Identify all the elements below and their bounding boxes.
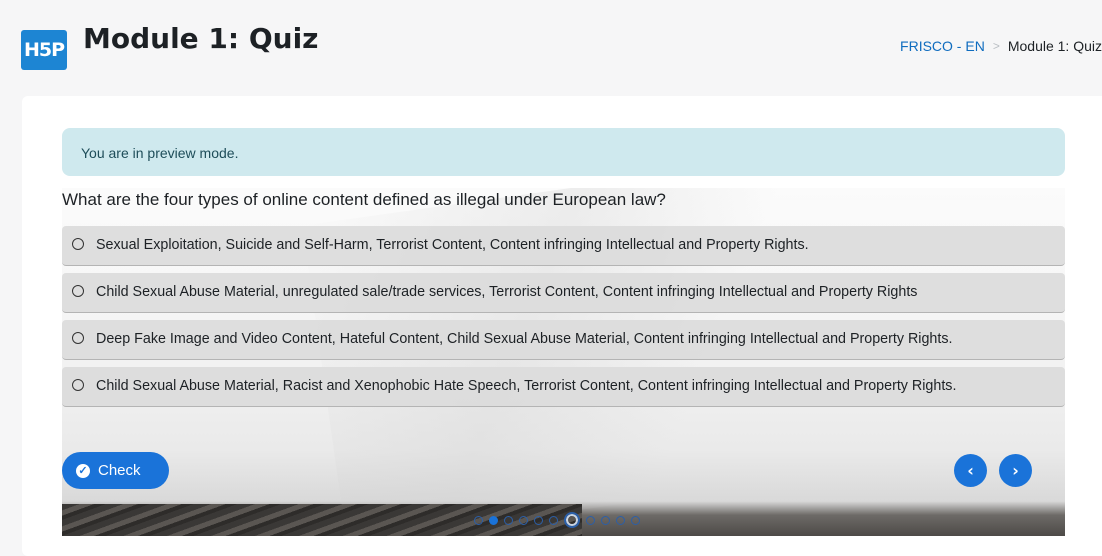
answer-label: Child Sexual Abuse Material, Racist and … [96, 378, 957, 394]
next-question-button[interactable]: › [999, 454, 1032, 487]
progress-dot-7[interactable] [564, 512, 580, 528]
answer-option-1[interactable]: Sexual Exploitation, Suicide and Self-Ha… [62, 226, 1065, 266]
radio-unchecked-icon[interactable] [72, 238, 84, 250]
radio-unchecked-icon[interactable] [72, 285, 84, 297]
quiz-container: What are the four types of online conten… [62, 188, 1065, 536]
progress-dot-1[interactable] [474, 515, 483, 525]
chevron-right-icon: › [1012, 461, 1019, 480]
question-text: What are the four types of online conten… [62, 190, 666, 209]
alert-text: You are in preview mode. [81, 145, 239, 161]
check-button[interactable]: ✓ Check [62, 452, 169, 489]
breadcrumb-separator-icon: > [992, 39, 1000, 53]
answer-label: Child Sexual Abuse Material, unregulated… [96, 284, 918, 300]
breadcrumb: FRISCO - EN > Module 1: Quiz [900, 38, 1102, 54]
logo-text: H5P [23, 39, 65, 61]
answer-option-2[interactable]: Child Sexual Abuse Material, unregulated… [62, 273, 1065, 313]
radio-unchecked-icon[interactable] [72, 379, 84, 391]
progress-dot-5[interactable] [534, 515, 543, 525]
progress-dot-3[interactable] [504, 515, 513, 525]
h5p-logo: H5P [21, 30, 67, 70]
progress-dot-6[interactable] [549, 515, 558, 525]
progress-dot-2[interactable] [489, 515, 498, 525]
progress-dot-11[interactable] [631, 515, 640, 525]
breadcrumb-current: Module 1: Quiz [1007, 38, 1102, 54]
preview-mode-alert: You are in preview mode. [62, 128, 1065, 176]
answer-label: Deep Fake Image and Video Content, Hatef… [96, 331, 953, 347]
answer-option-4[interactable]: Child Sexual Abuse Material, Racist and … [62, 367, 1065, 407]
progress-dot-4[interactable] [519, 515, 528, 525]
progress-dot-9[interactable] [601, 515, 610, 525]
answer-option-3[interactable]: Deep Fake Image and Video Content, Hatef… [62, 320, 1065, 360]
check-button-label: Check [98, 462, 141, 479]
progress-dot-8[interactable] [586, 515, 595, 525]
answer-list: Sexual Exploitation, Suicide and Self-Ha… [62, 226, 1065, 414]
page-title: Module 1: Quiz [83, 22, 319, 55]
progress-dot-10[interactable] [616, 515, 625, 525]
previous-question-button[interactable]: ‹ [954, 454, 987, 487]
progress-dots [474, 512, 646, 528]
breadcrumb-course-link[interactable]: FRISCO - EN [900, 38, 985, 54]
chevron-left-icon: ‹ [967, 461, 974, 480]
answer-label: Sexual Exploitation, Suicide and Self-Ha… [96, 237, 809, 253]
radio-unchecked-icon[interactable] [72, 332, 84, 344]
check-circle-icon: ✓ [76, 463, 90, 478]
